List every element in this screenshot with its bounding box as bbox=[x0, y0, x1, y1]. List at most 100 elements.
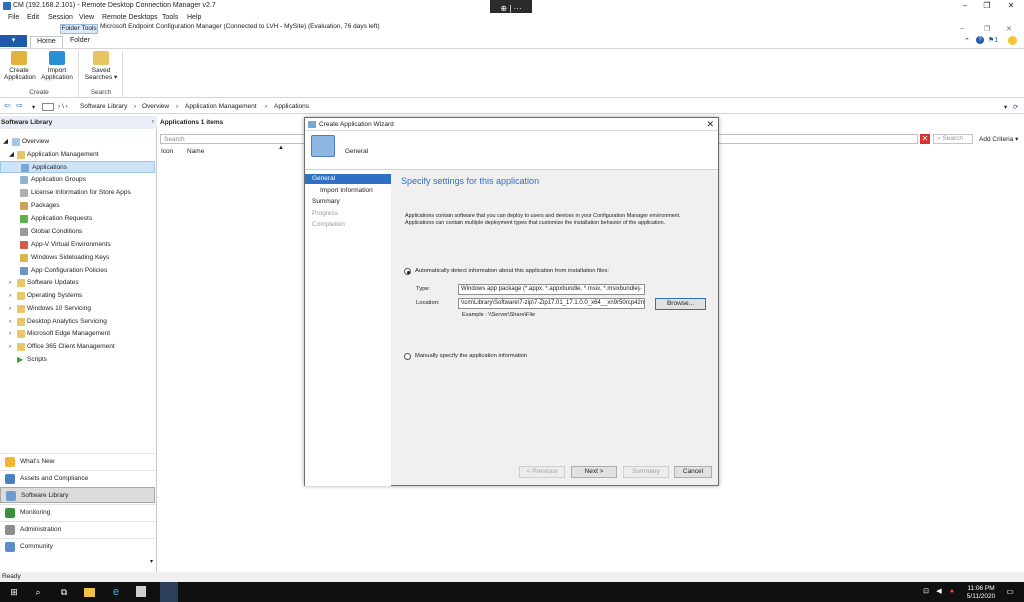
location-input[interactable]: \\cm\Library\Software\7-zip\7-Zip17.01_1… bbox=[458, 298, 645, 309]
nav-global-conditions[interactable]: Global Conditions bbox=[0, 226, 155, 238]
cm-minimize-icon[interactable]: – bbox=[960, 25, 964, 32]
workspace-administration[interactable]: Administration bbox=[0, 521, 155, 537]
close-icon[interactable]: ✕ bbox=[1000, 0, 1022, 13]
expand-icon[interactable]: ◢ bbox=[9, 149, 14, 161]
wizard-title-icon bbox=[308, 121, 316, 128]
workspace-community[interactable]: Community bbox=[0, 538, 155, 554]
menu-edit[interactable]: Edit bbox=[27, 14, 39, 21]
column-name[interactable]: Name bbox=[187, 148, 204, 155]
nav-sideloading-keys[interactable]: Windows Sideloading Keys bbox=[0, 252, 155, 264]
nav-desktop-analytics[interactable]: › Desktop Analytics Servicing bbox=[0, 316, 155, 328]
expand-icon[interactable]: › bbox=[9, 277, 11, 289]
saved-searches-button[interactable]: Saved Searches ▾ bbox=[84, 51, 118, 81]
nav-office365[interactable]: › Office 365 Client Management bbox=[0, 341, 155, 353]
collapse-pane-icon[interactable]: ‹ bbox=[152, 118, 154, 125]
menu-file[interactable]: File bbox=[8, 14, 19, 21]
feedback-flag-icon[interactable]: ⚑1 bbox=[988, 36, 998, 44]
cm-close-icon[interactable]: ✕ bbox=[1006, 25, 1012, 33]
nav-software-updates[interactable]: › Software Updates bbox=[0, 277, 155, 289]
expand-icon[interactable]: › bbox=[9, 328, 11, 340]
smiley-icon[interactable] bbox=[1008, 36, 1017, 45]
nav-edge-management[interactable]: › Microsoft Edge Management bbox=[0, 328, 155, 340]
expand-icon[interactable]: › bbox=[9, 303, 11, 315]
breadcrumb-software-library[interactable]: Software Library bbox=[80, 103, 127, 110]
volume-icon[interactable]: ◀ bbox=[933, 586, 945, 598]
nav-applications[interactable]: Applications bbox=[0, 161, 155, 173]
nav-app-config-policies[interactable]: App Configuration Policies bbox=[0, 265, 155, 277]
search-button[interactable]: ⌕ Search bbox=[933, 134, 973, 144]
minimize-icon[interactable]: – bbox=[954, 0, 976, 13]
column-icon[interactable]: Icon bbox=[161, 148, 173, 155]
workspace-overflow-icon[interactable]: ▾ bbox=[150, 558, 153, 565]
breadcrumb-separator: › bbox=[265, 103, 268, 110]
help-icon[interactable]: ? bbox=[976, 36, 984, 44]
cm-restore-icon[interactable]: ❐ bbox=[984, 25, 990, 33]
refresh-icon[interactable]: ⟳ bbox=[1013, 103, 1018, 111]
previous-button[interactable]: < Previous bbox=[519, 466, 565, 478]
workspace-software-library[interactable]: Software Library bbox=[0, 487, 155, 503]
expand-icon[interactable]: › bbox=[9, 341, 11, 353]
radio-auto-detect[interactable] bbox=[404, 268, 411, 275]
tab-folder[interactable]: Folder bbox=[64, 36, 96, 48]
import-application-button[interactable]: Import Application bbox=[40, 51, 74, 81]
workspace-whats-new[interactable]: What's New bbox=[0, 453, 155, 469]
workspace-monitoring[interactable]: Monitoring bbox=[0, 504, 155, 520]
summary-button[interactable]: Summary bbox=[623, 466, 669, 478]
nav-app-management[interactable]: ◢ Application Management bbox=[0, 149, 155, 161]
breadcrumb-separator: › bbox=[134, 103, 137, 110]
nav-appv-environments[interactable]: App-V Virtual Environments bbox=[0, 239, 155, 251]
network-icon[interactable]: ⊡ bbox=[920, 586, 932, 598]
nav-overview[interactable]: ◢ Overview bbox=[0, 136, 155, 148]
nav-scripts[interactable]: ▶ Scripts bbox=[0, 354, 155, 366]
key-icon bbox=[20, 254, 28, 262]
nav-sideloading-keys-label: Windows Sideloading Keys bbox=[31, 254, 110, 261]
menu-help[interactable]: Help bbox=[187, 14, 201, 21]
clear-search-icon[interactable]: ✕ bbox=[920, 134, 930, 144]
search-icon[interactable]: ⌕ bbox=[32, 586, 44, 598]
file-tab[interactable]: ▾ bbox=[0, 35, 27, 47]
folder-icon bbox=[17, 305, 25, 313]
back-arrow-icon[interactable]: ⇦ bbox=[4, 101, 11, 110]
radio-manual[interactable] bbox=[404, 353, 411, 360]
expand-icon[interactable]: › bbox=[9, 316, 11, 328]
configmgr-taskbar-icon[interactable] bbox=[160, 582, 178, 602]
type-select[interactable]: Windows app package (*.appx, *.appxbundl… bbox=[458, 284, 645, 295]
address-dropdown-icon[interactable]: ▾ bbox=[1004, 103, 1007, 111]
notification-icon[interactable]: ● bbox=[946, 586, 958, 598]
browse-button[interactable]: Browse... bbox=[655, 298, 706, 310]
nav-packages[interactable]: Packages bbox=[0, 200, 155, 212]
clock-time[interactable]: 11:06 PM bbox=[964, 585, 998, 592]
expand-icon[interactable]: ◢ bbox=[3, 136, 8, 148]
breadcrumb-app-mgmt[interactable]: Application Management bbox=[185, 103, 257, 110]
next-button[interactable]: Next > bbox=[571, 466, 617, 478]
ribbon-collapse-icon[interactable]: ⌃ bbox=[964, 37, 970, 45]
nav-application-requests[interactable]: Application Requests bbox=[0, 213, 155, 225]
menu-remote-desktops[interactable]: Remote Desktops bbox=[102, 14, 158, 21]
action-center-icon[interactable]: ▭ bbox=[1004, 586, 1016, 598]
nav-license-info[interactable]: License Information for Store Apps bbox=[0, 187, 155, 199]
breadcrumb-overview[interactable]: Overview bbox=[142, 103, 169, 110]
breadcrumb-applications[interactable]: Applications bbox=[274, 103, 309, 110]
nav-windows10-servicing[interactable]: › Windows 10 Servicing bbox=[0, 303, 155, 315]
create-application-button[interactable]: Create Application bbox=[4, 51, 36, 81]
forward-arrow-icon[interactable]: ⇨ bbox=[16, 101, 23, 110]
windows-start-icon[interactable]: ⊞ bbox=[8, 586, 20, 598]
file-explorer-icon[interactable] bbox=[84, 588, 95, 597]
nav-operating-systems[interactable]: › Operating Systems bbox=[0, 290, 155, 302]
wizard-close-icon[interactable]: ✕ bbox=[706, 119, 714, 130]
tab-home[interactable]: Home bbox=[30, 36, 63, 48]
menu-view[interactable]: View bbox=[79, 14, 94, 21]
expand-icon[interactable]: › bbox=[9, 290, 11, 302]
clock-date[interactable]: 5/11/2020 bbox=[964, 593, 998, 600]
history-dropdown-icon[interactable]: ▾ bbox=[32, 103, 35, 111]
cancel-button[interactable]: Cancel bbox=[674, 466, 712, 478]
edge-browser-icon[interactable]: e bbox=[110, 586, 122, 598]
menu-tools[interactable]: Tools bbox=[162, 14, 178, 21]
nav-application-groups[interactable]: Application Groups bbox=[0, 174, 155, 186]
maximize-icon[interactable]: ❐ bbox=[976, 0, 998, 13]
add-criteria-button[interactable]: Add Criteria ▾ bbox=[979, 135, 1018, 143]
workspace-assets-compliance[interactable]: Assets and Compliance bbox=[0, 470, 155, 486]
server-manager-icon[interactable] bbox=[136, 586, 146, 597]
task-view-icon[interactable]: ⧉ bbox=[58, 586, 70, 598]
menu-session[interactable]: Session bbox=[48, 14, 73, 21]
